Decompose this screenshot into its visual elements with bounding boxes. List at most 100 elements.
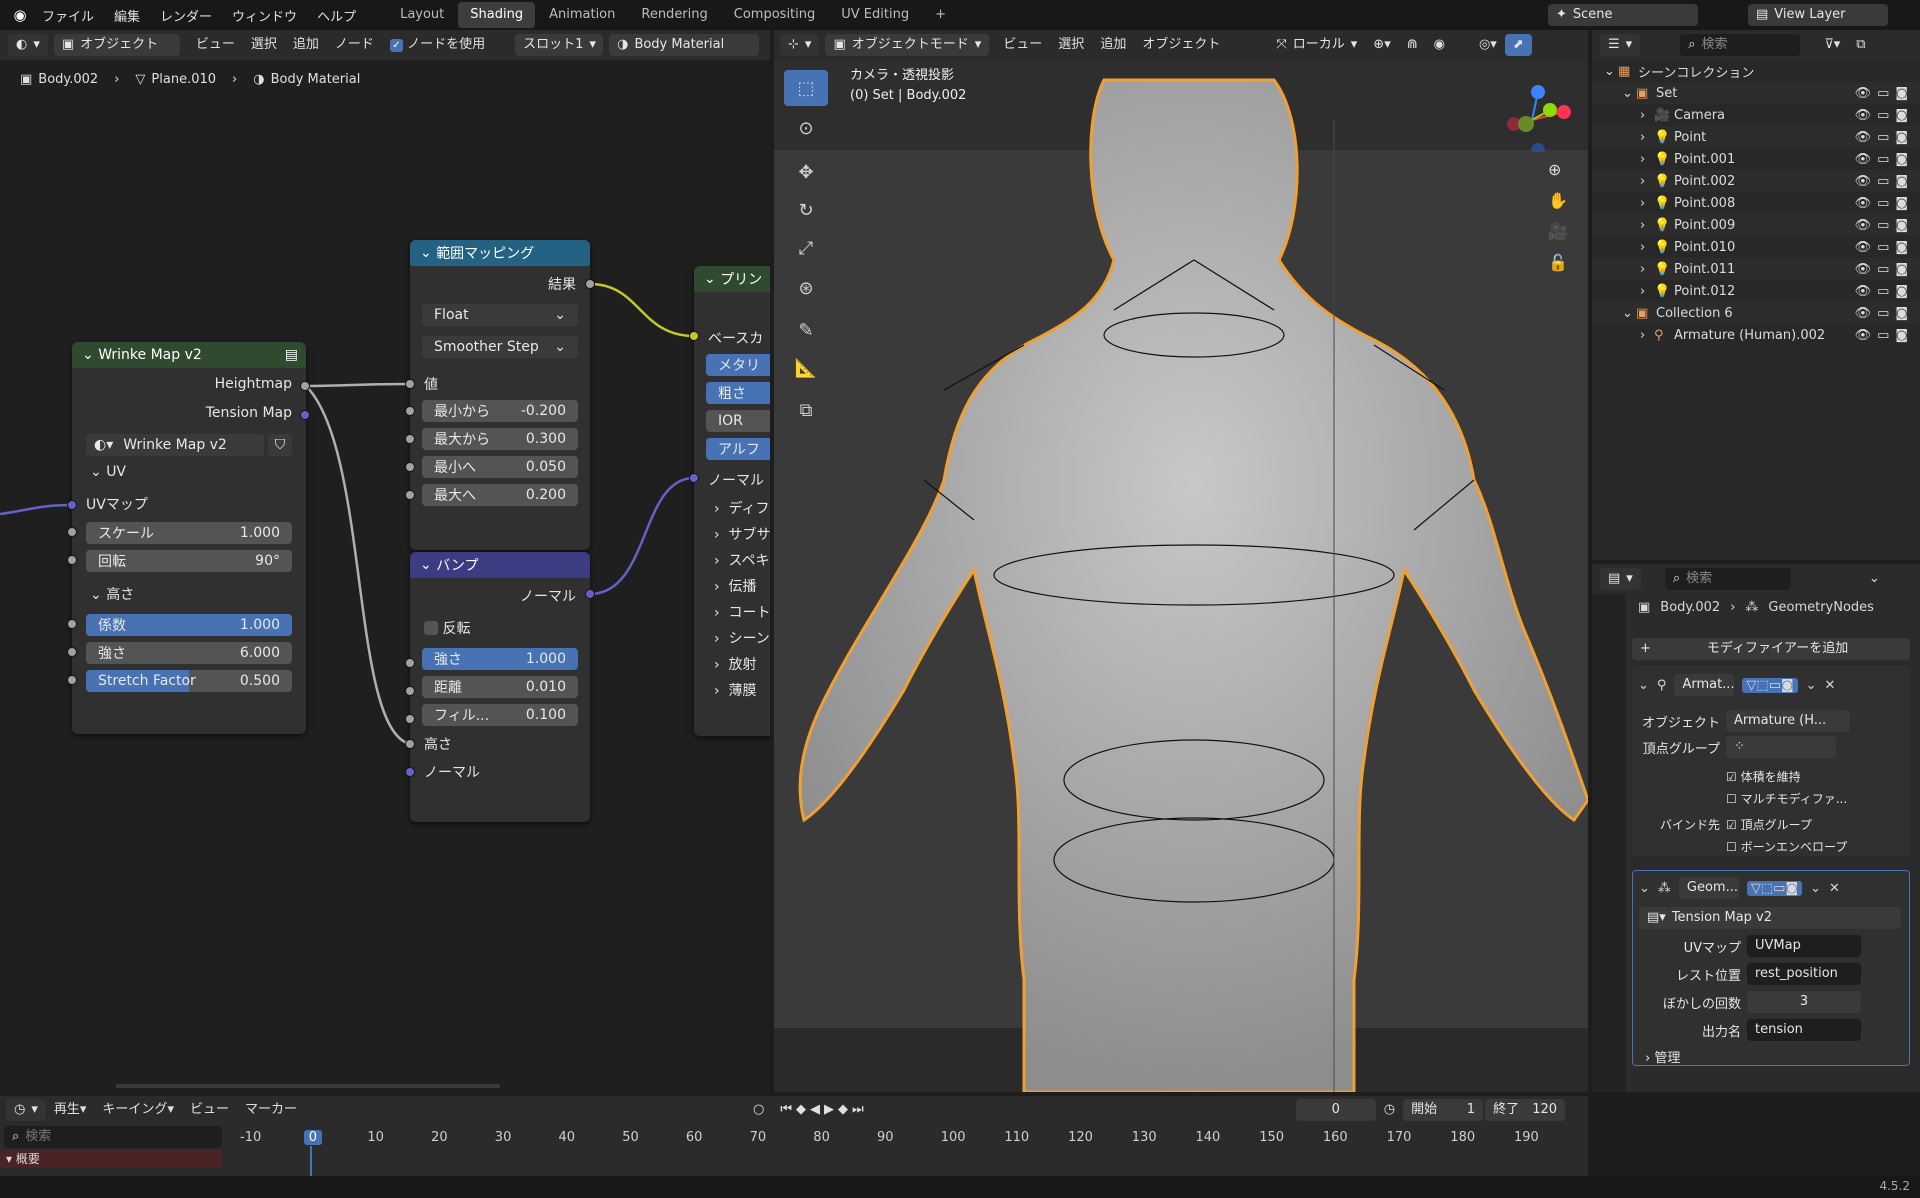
visibility-icons[interactable]: 👁▭◙ bbox=[1855, 86, 1914, 101]
rotation-field[interactable]: 回転 90° bbox=[86, 550, 292, 572]
collapse-icon[interactable]: ⌄ bbox=[420, 245, 432, 261]
visibility-icons[interactable]: 👁▭◙ bbox=[1855, 152, 1914, 167]
bump-filter-socket[interactable] bbox=[405, 714, 415, 724]
add-cube-tool-icon[interactable]: ⧉ bbox=[784, 392, 828, 428]
scale-field[interactable]: スケール 1.000 bbox=[86, 522, 292, 544]
multi-modifier-checkbox[interactable]: ☐ マルチモディファ... bbox=[1726, 790, 1847, 807]
close-icon[interactable]: ✕ bbox=[1825, 678, 1836, 693]
to-min-socket[interactable] bbox=[405, 462, 415, 472]
menu-render[interactable]: レンダー bbox=[150, 6, 222, 25]
principled-normal-socket[interactable] bbox=[689, 473, 699, 483]
outliner-row[interactable]: › 💡 Point.012 👁▭◙ bbox=[1592, 280, 1920, 302]
editor-type-menu[interactable]: ⊹ ▾ bbox=[780, 34, 820, 56]
factor-socket[interactable] bbox=[67, 619, 77, 629]
node-header[interactable]: ⌄ バンプ bbox=[410, 552, 590, 578]
diffuse-panel[interactable]: › ディフ bbox=[714, 498, 770, 518]
scale-socket[interactable] bbox=[67, 527, 77, 537]
expand-icon[interactable]: › bbox=[1640, 218, 1654, 233]
expand-icon[interactable]: › bbox=[1640, 196, 1654, 211]
collapse-icon[interactable]: ⌄ bbox=[704, 271, 716, 287]
outliner-row[interactable]: ⌄ ▣ Collection 6 👁▭◙ bbox=[1592, 302, 1920, 324]
transform-tool-icon[interactable]: ⊛ bbox=[784, 270, 828, 306]
new-collection-icon[interactable]: ⧉ bbox=[1848, 34, 1873, 56]
collapse-icon[interactable]: ⌄ bbox=[1638, 678, 1649, 693]
sheen-panel[interactable]: › シーン bbox=[714, 628, 770, 648]
visibility-icons[interactable]: 👁▭◙ bbox=[1855, 174, 1914, 189]
bump-height-socket[interactable] bbox=[405, 739, 415, 749]
metallic-field[interactable]: メタリ bbox=[706, 354, 770, 376]
properties-editor[interactable]: ▤ ▾ ⌕ 検索 ⌄ ▣ Body.002 › ⁂ GeometryNodes + モディ… bbox=[1592, 564, 1920, 1092]
pivot-icon[interactable]: ⊕▾ bbox=[1365, 34, 1398, 56]
geometry-nodes-modifier-panel[interactable]: ⌄ ⁂ Geom... ▽⬚▭◙ ⌄ ✕ ▤▾ Tension Map v2 UVマッ… bbox=[1632, 870, 1910, 1066]
expand-icon[interactable]: ⌄ bbox=[1622, 306, 1636, 321]
data-type-dropdown[interactable]: Float ⌄ bbox=[422, 304, 578, 326]
bump-normal-out-socket[interactable] bbox=[585, 589, 595, 599]
transform-orientation-dropdown[interactable]: ⤧ ローカル ▾ bbox=[1268, 34, 1366, 56]
outliner-row[interactable]: › 💡 Point.009 👁▭◙ bbox=[1592, 214, 1920, 236]
menu-file[interactable]: ファイル bbox=[32, 6, 104, 25]
viewport-menu-select[interactable]: 選択 bbox=[1050, 34, 1092, 56]
armature-object-field[interactable]: Armature (H... bbox=[1726, 710, 1850, 732]
editor-type-menu[interactable]: ☰ ▾ bbox=[1600, 34, 1641, 56]
rest-position-field[interactable]: rest_position bbox=[1747, 963, 1861, 985]
cursor-tool-icon[interactable]: ⊙ bbox=[784, 110, 828, 146]
3d-viewport[interactable]: ⊹ ▾ ▣ オブジェクトモード ▾ ビュー 選択 追加 オブジェクト ⤧ ローカル ▾ ⊕… bbox=[774, 30, 1588, 1092]
from-max-socket[interactable] bbox=[405, 434, 415, 444]
wrinkle-map-node[interactable]: ⌄ Wrinke Map v2 ▤ Heightmap Tension Map ◐… bbox=[72, 342, 306, 734]
fake-user-button[interactable]: ⛉ bbox=[268, 434, 292, 456]
node-tree-selector[interactable]: ▤▾ Tension Map v2 bbox=[1639, 907, 1901, 929]
gizmo-toggle-icon[interactable]: ⬈ bbox=[1504, 34, 1532, 56]
tab-rendering[interactable]: Rendering bbox=[629, 2, 719, 28]
from-min-field[interactable]: 最小から -0.200 bbox=[422, 400, 578, 422]
expand-icon[interactable]: › bbox=[1640, 152, 1654, 167]
node-header[interactable]: ⌄ Wrinke Map v2 ▤ bbox=[72, 342, 306, 368]
visibility-icons[interactable]: 👁▭◙ bbox=[1855, 262, 1914, 277]
rotation-socket[interactable] bbox=[67, 555, 77, 565]
output-name-field[interactable]: tension bbox=[1747, 1019, 1861, 1041]
select-tool-icon[interactable]: ⬚ bbox=[784, 70, 828, 106]
bump-node[interactable]: ⌄ バンプ ノーマル 反転 強さ 1.000 距離 0.010 フィル... 0.10… bbox=[410, 552, 590, 822]
scale-tool-icon[interactable]: ⤢ bbox=[784, 230, 828, 266]
node-header[interactable]: ⌄ プリン bbox=[694, 266, 770, 292]
proportional-icon[interactable]: ◉ bbox=[1426, 34, 1453, 56]
outliner-row[interactable]: › 💡 Point.010 👁▭◙ bbox=[1592, 236, 1920, 258]
alpha-field[interactable]: アルフ bbox=[706, 438, 770, 460]
expand-icon[interactable]: › bbox=[1640, 130, 1654, 145]
base-color-socket[interactable] bbox=[689, 331, 699, 341]
outliner-row[interactable]: › 💡 Point.008 👁▭◙ bbox=[1592, 192, 1920, 214]
to-max-socket[interactable] bbox=[405, 490, 415, 500]
pan-hand-icon[interactable]: ✋ bbox=[1548, 191, 1568, 210]
blur-iterations-field[interactable]: 3 bbox=[1747, 991, 1861, 1013]
add-modifier-button[interactable]: + モディファイアーを追加 bbox=[1632, 638, 1910, 660]
height-panel-toggle[interactable]: ⌄ 高さ bbox=[90, 584, 134, 604]
tab-uv-editing[interactable]: UV Editing bbox=[829, 2, 921, 28]
node-editor-scrollbar[interactable] bbox=[116, 1084, 500, 1088]
strength-field[interactable]: 強さ 1.000 bbox=[422, 648, 578, 670]
filter-width-field[interactable]: フィル... 0.100 bbox=[422, 704, 578, 726]
rotate-tool-icon[interactable]: ↻ bbox=[784, 192, 828, 228]
outliner-search[interactable]: ⌕ 検索 bbox=[1680, 34, 1801, 56]
invert-checkbox[interactable]: 反転 bbox=[424, 618, 470, 638]
scene-selector[interactable]: ✦ Scene bbox=[1548, 4, 1698, 26]
bump-normal-in-socket[interactable] bbox=[405, 767, 415, 777]
bind-vertex-groups-checkbox[interactable]: ☑ 頂点グループ bbox=[1726, 816, 1812, 833]
expand-icon[interactable]: ⌄ bbox=[1604, 64, 1618, 79]
visibility-icons[interactable]: 👁▭◙ bbox=[1855, 306, 1914, 321]
expand-icon[interactable]: ⌄ bbox=[1622, 86, 1636, 101]
principled-bsdf-node[interactable]: ⌄ プリン ベースカ メタリ 粗さ IOR アルフ ノーマル › ディフ › サ… bbox=[694, 266, 770, 736]
vertex-group-field[interactable]: ⁘ bbox=[1726, 736, 1836, 758]
filter-icon[interactable]: ⊽▾ bbox=[1816, 34, 1848, 56]
tab-layout[interactable]: Layout bbox=[388, 2, 456, 28]
navigation-gizmo[interactable] bbox=[1492, 72, 1572, 152]
close-icon[interactable]: ✕ bbox=[1829, 881, 1840, 896]
interpolation-dropdown[interactable]: Smoother Step ⌄ bbox=[422, 336, 578, 358]
emission-panel[interactable]: › 放射 bbox=[714, 654, 757, 674]
move-tool-icon[interactable]: ✥ bbox=[784, 154, 828, 190]
visibility-icons[interactable]: 👁▭◙ bbox=[1855, 240, 1914, 255]
measure-tool-icon[interactable]: 📐 bbox=[784, 350, 828, 386]
factor-field[interactable]: 係数 1.000 bbox=[86, 614, 292, 636]
to-min-field[interactable]: 最小へ 0.050 bbox=[422, 456, 578, 478]
visibility-icons[interactable]: 👁▭◙ bbox=[1855, 196, 1914, 211]
distance-field[interactable]: 距離 0.010 bbox=[422, 676, 578, 698]
collapse-icon[interactable]: ⌄ bbox=[82, 347, 94, 363]
